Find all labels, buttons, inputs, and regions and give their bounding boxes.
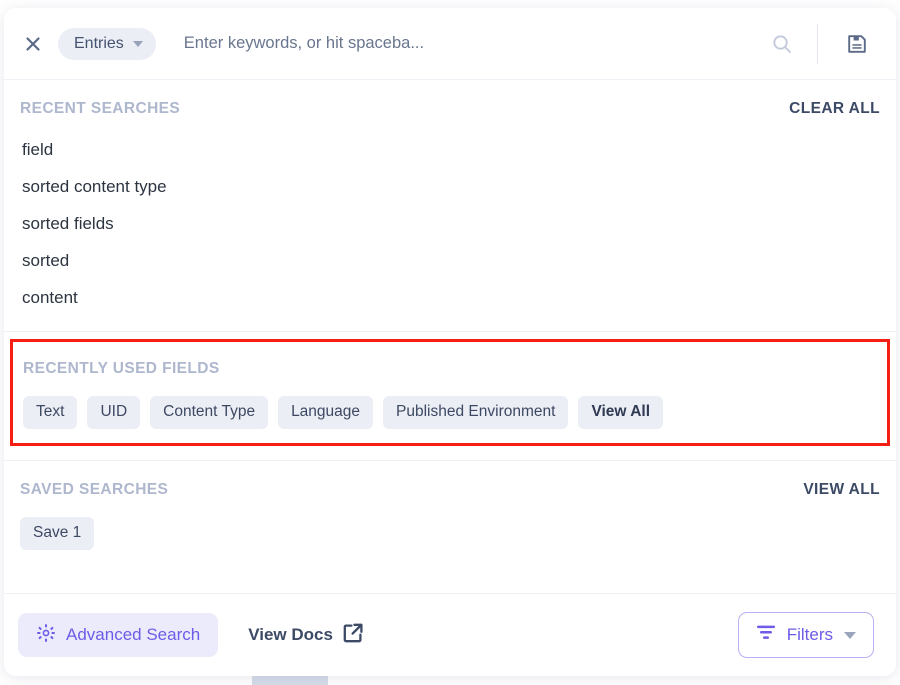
chevron-down-icon	[844, 631, 856, 639]
search-suggestions-body: RECENT SEARCHES CLEAR ALL field sorted c…	[4, 80, 896, 593]
external-link-icon	[343, 623, 363, 648]
saved-searches-header: SAVED SEARCHES VIEW ALL	[20, 461, 880, 499]
scope-dropdown-entries[interactable]: Entries	[58, 27, 156, 60]
recently-used-fields-header: RECENTLY USED FIELDS	[23, 352, 877, 378]
filters-button[interactable]: Filters	[737, 612, 874, 658]
view-docs-button[interactable]: View Docs	[248, 623, 363, 648]
recent-searches-title: RECENT SEARCHES	[20, 100, 181, 117]
recent-searches-header: RECENT SEARCHES CLEAR ALL	[20, 80, 880, 118]
field-chip-text[interactable]: Text	[23, 396, 78, 429]
save-disk-icon[interactable]	[840, 27, 874, 61]
list-item[interactable]: content	[20, 280, 880, 317]
gear-icon	[36, 623, 56, 648]
list-item[interactable]: sorted	[20, 243, 880, 280]
field-chip-language[interactable]: Language	[278, 396, 374, 429]
header-divider	[817, 23, 818, 64]
saved-search-chip[interactable]: Save 1	[20, 517, 95, 550]
search-input[interactable]	[183, 34, 765, 53]
filter-icon	[756, 624, 776, 646]
close-icon[interactable]	[18, 29, 48, 59]
recently-used-fields-section: RECENTLY USED FIELDS Text UID Content Ty…	[10, 339, 890, 446]
recent-searches-section: RECENT SEARCHES CLEAR ALL field sorted c…	[4, 80, 896, 317]
field-chip-content-type[interactable]: Content Type	[150, 396, 269, 429]
saved-searches-title: SAVED SEARCHES	[20, 481, 169, 498]
filters-label: Filters	[786, 625, 833, 644]
recently-used-fields-inner: RECENTLY USED FIELDS Text UID Content Ty…	[23, 352, 877, 429]
clear-all-button[interactable]: CLEAR ALL	[789, 100, 880, 118]
list-item[interactable]: field	[20, 132, 880, 169]
recent-searches-list: field sorted content type sorted fields …	[20, 132, 880, 317]
recently-used-fields-chip-row: Text UID Content Type Language Published…	[23, 396, 877, 429]
saved-searches-view-all-button[interactable]: VIEW ALL	[803, 481, 880, 499]
search-icon[interactable]	[765, 27, 799, 61]
fields-view-all-button[interactable]: View All	[578, 396, 664, 429]
search-panel: Entries RECENT SEARCHES CLEA	[4, 8, 896, 676]
advanced-search-label: Advanced Search	[66, 625, 201, 644]
saved-searches-section: SAVED SEARCHES VIEW ALL Save 1	[4, 461, 896, 550]
scope-dropdown-label: Entries	[74, 34, 124, 52]
advanced-search-button[interactable]: Advanced Search	[18, 613, 219, 657]
section-divider	[4, 331, 896, 332]
list-item[interactable]: sorted content type	[20, 169, 880, 206]
search-footer: Advanced Search View Docs Filters	[4, 593, 896, 676]
saved-searches-list: Save 1	[20, 517, 880, 550]
field-chip-published-environment[interactable]: Published Environment	[383, 396, 569, 429]
field-chip-uid[interactable]: UID	[87, 396, 141, 429]
chevron-down-icon	[132, 40, 143, 47]
view-docs-label: View Docs	[248, 625, 333, 644]
recently-used-fields-title: RECENTLY USED FIELDS	[23, 360, 220, 377]
list-item[interactable]: sorted fields	[20, 206, 880, 243]
search-header: Entries	[4, 8, 896, 80]
